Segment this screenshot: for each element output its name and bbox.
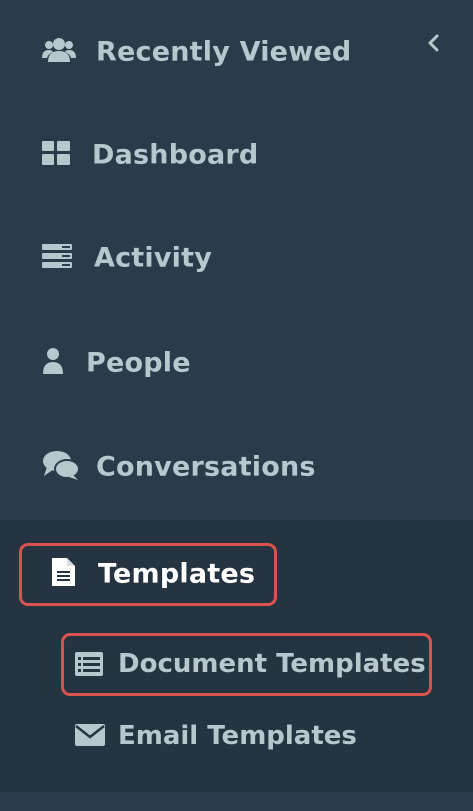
sidebar-item-recently-viewed[interactable]: Recently Viewed <box>0 0 473 104</box>
sidebar-item-people[interactable]: People <box>0 311 473 415</box>
sidebar-subitem-document-templates[interactable]: Document Templates <box>0 630 473 698</box>
sidebar-item-label: Activity <box>94 242 213 274</box>
sidebar-subitem-email-templates[interactable]: Email Templates <box>0 702 473 770</box>
comments-icon <box>42 449 80 485</box>
sidebar-item-conversations[interactable]: Conversations <box>0 415 473 519</box>
sidebar-item-activity[interactable]: Activity <box>0 206 473 310</box>
sidebar-bottom <box>0 792 473 811</box>
sidebar-item-dashboard[interactable]: Dashboard <box>0 103 473 207</box>
sidebar-item-label: People <box>86 347 191 379</box>
sidebar-item-label: Dashboard <box>92 139 259 171</box>
sidebar-item-templates[interactable]: Templates <box>0 520 473 628</box>
person-icon <box>42 347 64 379</box>
sidebar-subitem-label: Document Templates <box>118 649 426 679</box>
activity-icon <box>42 244 72 272</box>
sidebar-subitem-label: Email Templates <box>118 721 357 751</box>
file-icon <box>50 557 76 591</box>
sidebar-item-label: Conversations <box>96 451 316 483</box>
sidebar-item-label: Recently Viewed <box>96 36 352 68</box>
chevron-left-icon[interactable] <box>427 34 439 56</box>
templates-submenu: Templates Document Templates Email Templ… <box>0 520 473 792</box>
envelope-icon <box>75 724 105 750</box>
users-icon <box>42 36 76 68</box>
list-alt-icon <box>75 652 103 680</box>
sidebar: Recently Viewed Dashboard Activity Peopl… <box>0 0 473 811</box>
dashboard-icon <box>42 141 70 169</box>
sidebar-item-label: Templates <box>98 558 256 590</box>
